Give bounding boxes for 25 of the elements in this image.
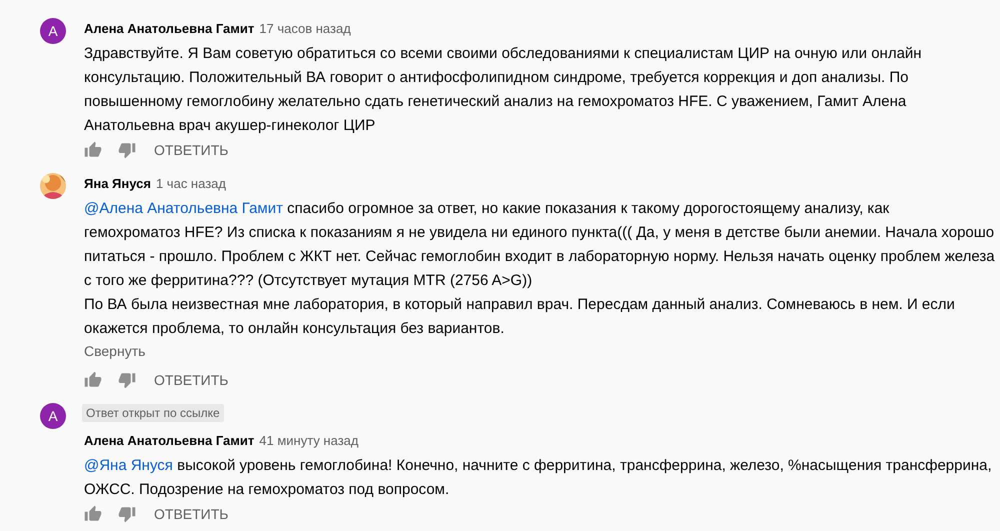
reply-button[interactable]: ОТВЕТИТЬ [154,372,228,388]
collapse-link[interactable]: Свернуть [84,343,146,359]
avatar[interactable]: А [40,18,66,44]
comment-text: @Яна Януся высокой уровень гемоглобина! Конечно, начните с ферритина, трансферрина, железо, %насыщения трансферрина, ОЖСС. Подозрение на гемохроматоз под вопросом. [84,456,992,500]
comment-time[interactable]: 1 час назад [156,176,226,191]
thumb-up-icon[interactable] [84,371,102,389]
comment-time[interactable]: 17 часов назад [259,21,351,36]
author-name[interactable]: Алена Анатольевна Гамит [84,21,254,36]
avatar[interactable]: А [40,403,66,429]
mention-link[interactable]: @Яна Януся [84,457,173,474]
reply-button[interactable]: ОТВЕТИТЬ [154,506,228,522]
comment-text: @Алена Анатольевна Гамит спасибо огромное за ответ, но какие показания к такому дорогостоящему анализу, как гемохроматоз HFE? Из списка к показаниям я не увидела ни единого пункта((( Да, у меня в детстве были анемии. Начала хорошо питаться - прошло. Проблем с ЖКТ нет. Сейчас гемоглобин входит в лабораторную норму. Нельзя начать оценку проблем железа с того же ферритина??? (Отсутствует мутация MTR (2756 A>G)) [84,199,995,291]
comment-time[interactable]: 41 минуту назад [259,433,358,448]
thumb-down-icon[interactable] [118,371,136,389]
author-name[interactable]: Яна Януся [84,176,151,191]
comment-text: Здравствуйте. Я Вам советую обратиться со всеми своими обследованиями к специалистам ЦИР на очную или онлайн консультацию. Положительный ВА говорит о антифосфолипидном синдроме, требуется коррекция и доп анализы. По повышенному гемоглобину желательно сдать генетический анализ на гемохроматоз HFE. С уважением, Гамит Алена Анатольевна врач акушер-гинеколог ЦИР [84,44,922,136]
reply-button[interactable]: ОТВЕТИТЬ [154,142,228,158]
thumb-down-icon[interactable] [118,505,136,523]
comment-text: По ВА была неизвестная мне лаборатория, в который направил врач. Пересдам данный анализ. Сомневаюсь в нем. И если окажется проблема, то онлайн консультация без вариантов. [84,295,956,339]
mention-link[interactable]: @Алена Анатольевна Гамит [84,200,283,217]
author-name[interactable]: Алена Анатольевна Гамит [84,433,254,448]
thumb-up-icon[interactable] [84,505,102,523]
thumb-down-icon[interactable] [118,141,136,159]
pinned-reply-badge: Ответ открыт по ссылке [82,404,224,422]
thumb-up-icon[interactable] [84,141,102,159]
